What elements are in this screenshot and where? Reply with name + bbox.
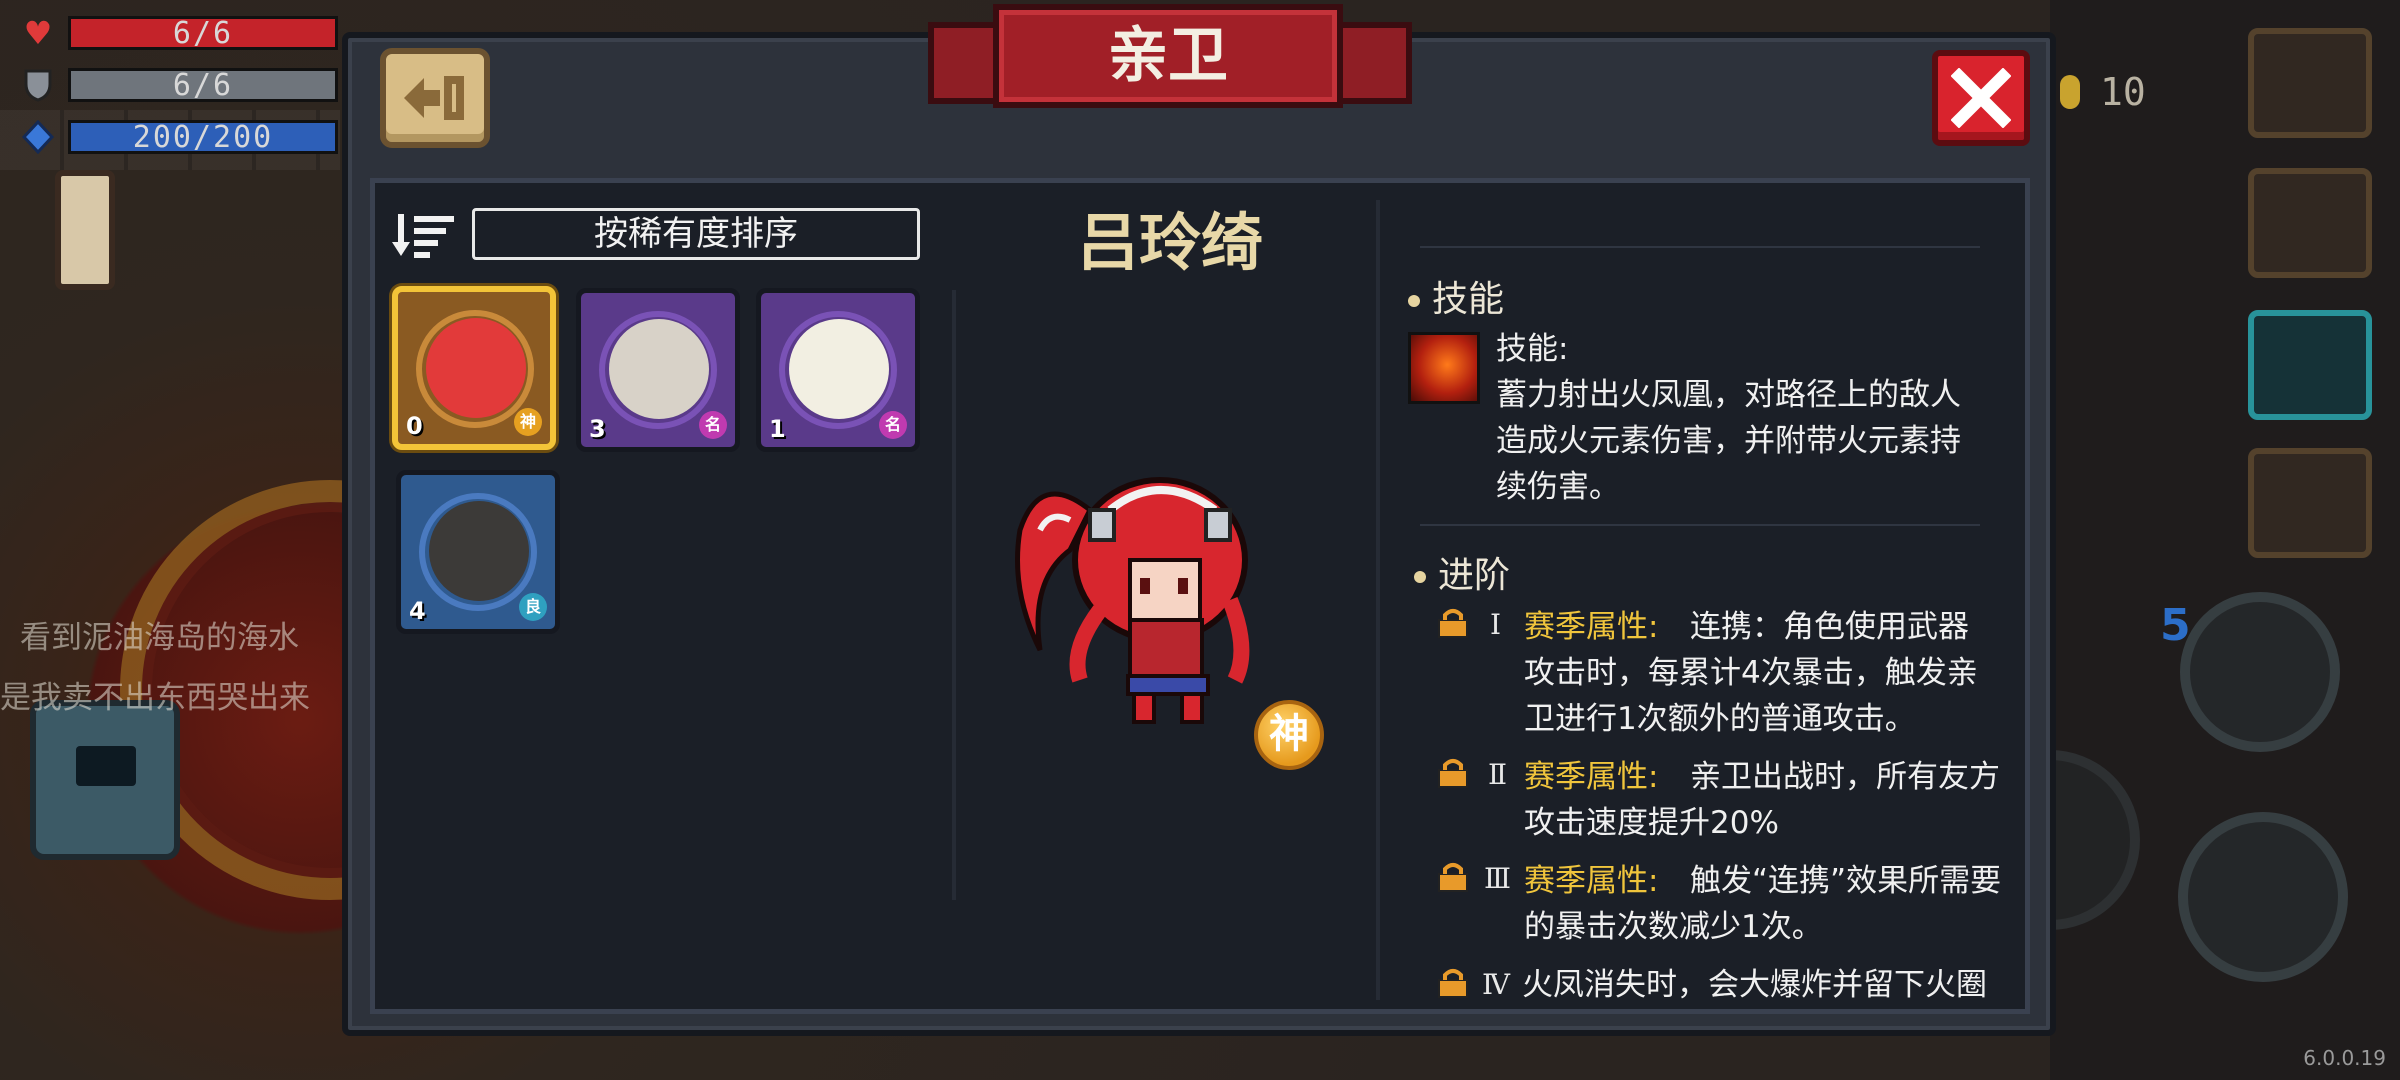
advance-heading: 进阶 [1414,546,1510,598]
advance-line: 攻击时，每累计4次暴击，触发亲 [1524,655,1978,691]
advance-line: 触发“连携”效果所需要 [1690,863,2002,899]
advance-tier: Ⅲ [1484,862,1512,895]
stairs-button[interactable] [2248,448,2372,558]
guard-card[interactable]: 3 名 [576,288,740,452]
pause-button[interactable] [2248,28,2372,138]
rarity-badge: 良 [519,593,547,621]
column-divider-right [1376,200,1380,1000]
lock-icon [1438,759,1468,788]
armor-bar-track: 6/6 [68,68,338,102]
advance-line: 火凤消失时，会大爆炸并留下火圈 [1522,967,1987,1003]
rarity-badge: 神 [514,408,542,436]
shield-icon [18,68,58,102]
skill-heading: 技能 [1408,270,1504,322]
version-label: 6.0.0.19 [2303,1046,2386,1070]
skill-button[interactable] [2180,592,2340,752]
sort-dropdown[interactable]: 按稀有度排序 [472,208,920,260]
phoenix-skill-icon [1408,332,1480,404]
rarity-badge: 名 [699,411,727,439]
heart-icon: ♥ [23,14,53,52]
background-chat-line-1: 看到泥油海岛的海水 [20,620,299,656]
skill-desc-line-3: 续伤害。 [1496,469,1620,505]
armor-text: 6/6 [172,68,234,102]
energy-bar: 200/200 [18,118,338,156]
sort-icon[interactable] [392,210,462,260]
advance-tag: 赛季属性: [1524,609,1659,645]
guard-card[interactable]: 4 良 [396,470,560,634]
character-name: 吕玲绮 [1076,206,1263,279]
advance-tier: Ⅱ [1488,758,1508,791]
advance-line: 卫进行1次额外的普通攻击。 [1524,701,1916,737]
column-divider-left [952,290,956,900]
guard-count: 4 [409,597,426,625]
energy-bar-track: 200/200 [68,120,338,154]
rarity-coin-badge: 神 [1254,700,1324,770]
swap-button[interactable] [2248,168,2372,278]
lock-icon [1438,969,1468,998]
skill-desc-line-2: 造成火元素伤害，并附带火元素持 [1496,423,1961,459]
exit-door-icon [404,76,464,120]
section-divider [1420,246,1980,248]
coin-counter: 10 [2060,70,2146,114]
panel-title: 亲卫 [1108,21,1228,91]
background-pillar [55,170,115,290]
title-ribbon: 亲卫 [993,4,1343,108]
guard-portrait [789,319,889,419]
coin-icon [2060,75,2080,109]
advance-line: 的暴击次数减少1次。 [1524,909,1823,945]
skill-label: 技能: [1496,331,1569,367]
advance-line: 攻击速度提升20% [1524,805,1779,841]
level-indicator: 5 [2160,600,2191,651]
energy-text: 200/200 [132,120,274,154]
advance-line: 连携：角色使用武器 [1690,609,1969,645]
advance-line: 亲卫出战时，所有友方 [1690,759,2000,795]
hp-text: 6/6 [172,16,234,50]
guard-count: 1 [769,415,786,443]
guard-portrait [426,318,526,418]
guard-count: 0 [406,412,423,440]
lock-icon [1438,863,1468,892]
advance-tag: 赛季属性: [1524,759,1659,795]
hp-bar: ♥ 6/6 [18,14,338,52]
close-icon [1951,68,2011,128]
weapon-button[interactable] [2178,812,2348,982]
diamond-icon [18,120,58,154]
background-chat-line-2: 是我卖不出东西哭出来 [0,680,310,716]
coin-count: 10 [2100,70,2146,114]
guard-card[interactable]: 1 名 [756,288,920,452]
section-divider [1420,524,1980,526]
guard-portrait [609,319,709,419]
armor-bar: 6/6 [18,66,338,104]
guard-portrait [429,501,529,601]
rarity-badge: 名 [879,411,907,439]
background-robot-npc [30,700,180,860]
guard-card[interactable]: 0 神 [392,286,556,450]
close-button[interactable] [1932,50,2030,146]
back-button[interactable] [380,48,490,148]
hp-bar-track: 6/6 [68,16,338,50]
advance-tag: 赛季属性: [1524,863,1659,899]
advance-tier: Ⅰ [1490,608,1502,641]
game-screen: 看到泥油海岛的海水 是我卖不出东西哭出来 ♥ 6/6 6/6 200/200 1… [0,0,2400,1080]
shop-cart-button[interactable] [2248,310,2372,420]
lock-icon [1438,609,1468,638]
skill-desc-line-1: 蓄力射出火凤凰，对路径上的敌人 [1496,377,1961,413]
advance-tier: Ⅳ [1482,968,1510,1001]
guard-count: 3 [589,415,606,443]
